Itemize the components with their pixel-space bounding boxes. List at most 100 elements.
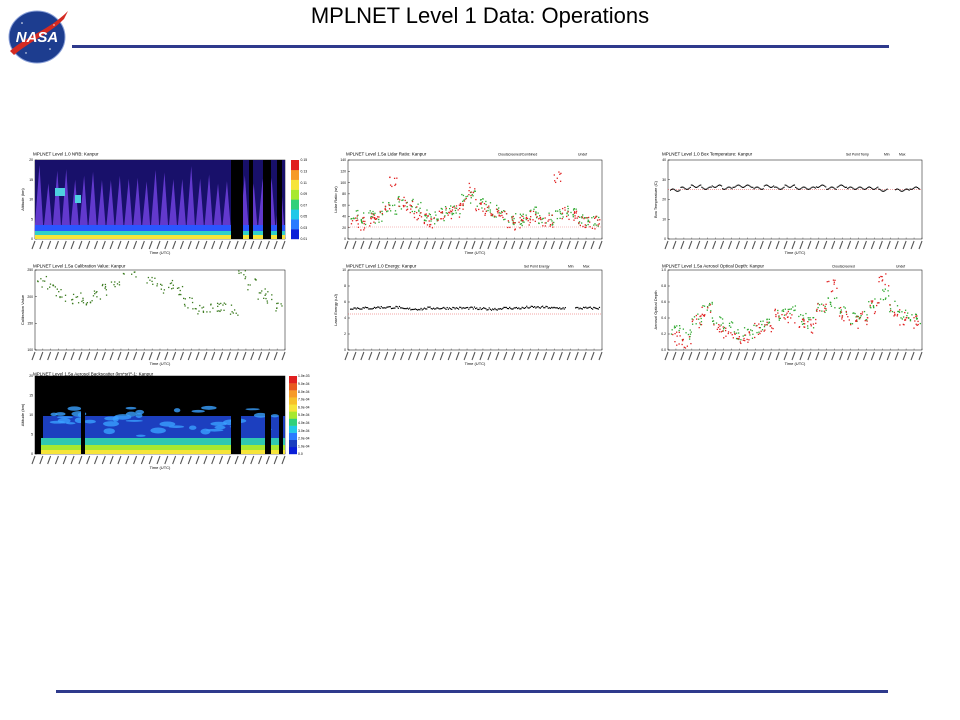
data-point (850, 186, 852, 188)
data-point (478, 308, 480, 311)
data-point-red (817, 303, 819, 305)
data-point (198, 310, 200, 312)
data-point (911, 188, 913, 190)
x-tick-label (258, 455, 263, 465)
data-point (393, 307, 395, 309)
data-point-red (727, 331, 730, 333)
data-point-red (880, 275, 882, 278)
x-tick-label (242, 240, 247, 250)
data-point-red (495, 208, 498, 210)
data-point-green (498, 207, 500, 209)
x-tick-label (799, 351, 804, 361)
aerosol-layer (83, 419, 96, 424)
data-point (596, 308, 598, 310)
x-tick-label (47, 351, 52, 361)
x-tick-label (487, 240, 492, 250)
data-point (760, 188, 762, 190)
data-point-red (803, 320, 805, 322)
data-point-green (418, 209, 420, 211)
data-point-green (462, 200, 464, 203)
data-point (515, 306, 518, 309)
x-tick-label (847, 351, 852, 361)
x-tick-label (218, 455, 224, 465)
data-point (755, 186, 757, 188)
colorbar-tick-label: 3.0e-04 (298, 429, 310, 433)
data-point-red (740, 342, 742, 345)
data-point-green (406, 206, 408, 208)
x-tick-label (125, 351, 130, 361)
data-point (354, 307, 356, 309)
data-point-green (581, 222, 583, 224)
data-point (790, 186, 792, 188)
data-point-green (411, 210, 413, 213)
data-point (776, 186, 778, 188)
data-point (179, 289, 181, 292)
x-tick-label (471, 240, 476, 250)
data-point (689, 186, 691, 188)
data-point-red (744, 339, 746, 342)
data-point-red (738, 336, 741, 338)
data-point (701, 186, 703, 188)
data-point-red (841, 315, 844, 317)
x-tick-label (211, 455, 216, 465)
data-point-red (725, 327, 727, 329)
x-tick-label (226, 455, 231, 465)
data-point-red (785, 314, 787, 316)
x-tick-label (47, 455, 52, 465)
data-point (884, 189, 886, 192)
colorbar-segment (289, 404, 297, 412)
data-point-green (777, 309, 779, 312)
data-point-red (831, 290, 834, 292)
data-point-red (699, 322, 701, 324)
data-point-red (484, 214, 486, 216)
data-point (401, 307, 403, 309)
data-point (895, 189, 897, 191)
data-point-green (423, 219, 426, 221)
data-point (559, 307, 561, 309)
data-point (392, 307, 394, 309)
data-point (764, 184, 766, 186)
data-point (135, 276, 137, 278)
heatmap-body (35, 376, 285, 454)
data-point-red (384, 205, 387, 207)
legend-item: Undef (578, 153, 587, 157)
heatmap-band (35, 438, 285, 446)
data-point-red (484, 208, 486, 210)
data-point (767, 185, 770, 187)
x-tick-label (203, 240, 208, 250)
legend-item: Undef (896, 265, 905, 269)
y-tick-label: 15 (29, 178, 33, 182)
data-point (802, 186, 804, 188)
data-point-green (887, 290, 889, 292)
data-point-red (575, 210, 578, 212)
data-point (202, 306, 205, 308)
data-point (879, 188, 881, 190)
data-point (877, 186, 879, 188)
data-point (368, 308, 370, 310)
legend-item: Max (899, 153, 906, 157)
data-point (265, 297, 267, 300)
data-point-red (512, 215, 514, 218)
x-tick-label (234, 240, 239, 250)
data-point (523, 307, 526, 309)
data-point (480, 308, 482, 311)
x-tick-label (831, 351, 836, 361)
data-point (670, 189, 672, 191)
aerosol-layer (201, 405, 217, 410)
data-point (475, 307, 477, 310)
x-tick-label (187, 455, 192, 465)
x-tick-label (187, 240, 192, 250)
data-point (104, 283, 107, 286)
data-point (363, 307, 365, 309)
data-point-red (409, 211, 411, 214)
data-point-green (534, 206, 536, 208)
data-point-green (691, 323, 694, 325)
data-point-green (525, 214, 527, 216)
x-tick-label (281, 240, 286, 250)
data-point-green (538, 222, 540, 225)
data-point (85, 303, 88, 305)
data-point-green (417, 203, 419, 205)
data-point (96, 291, 98, 293)
x-tick-label (211, 351, 216, 361)
data-point (445, 308, 447, 310)
